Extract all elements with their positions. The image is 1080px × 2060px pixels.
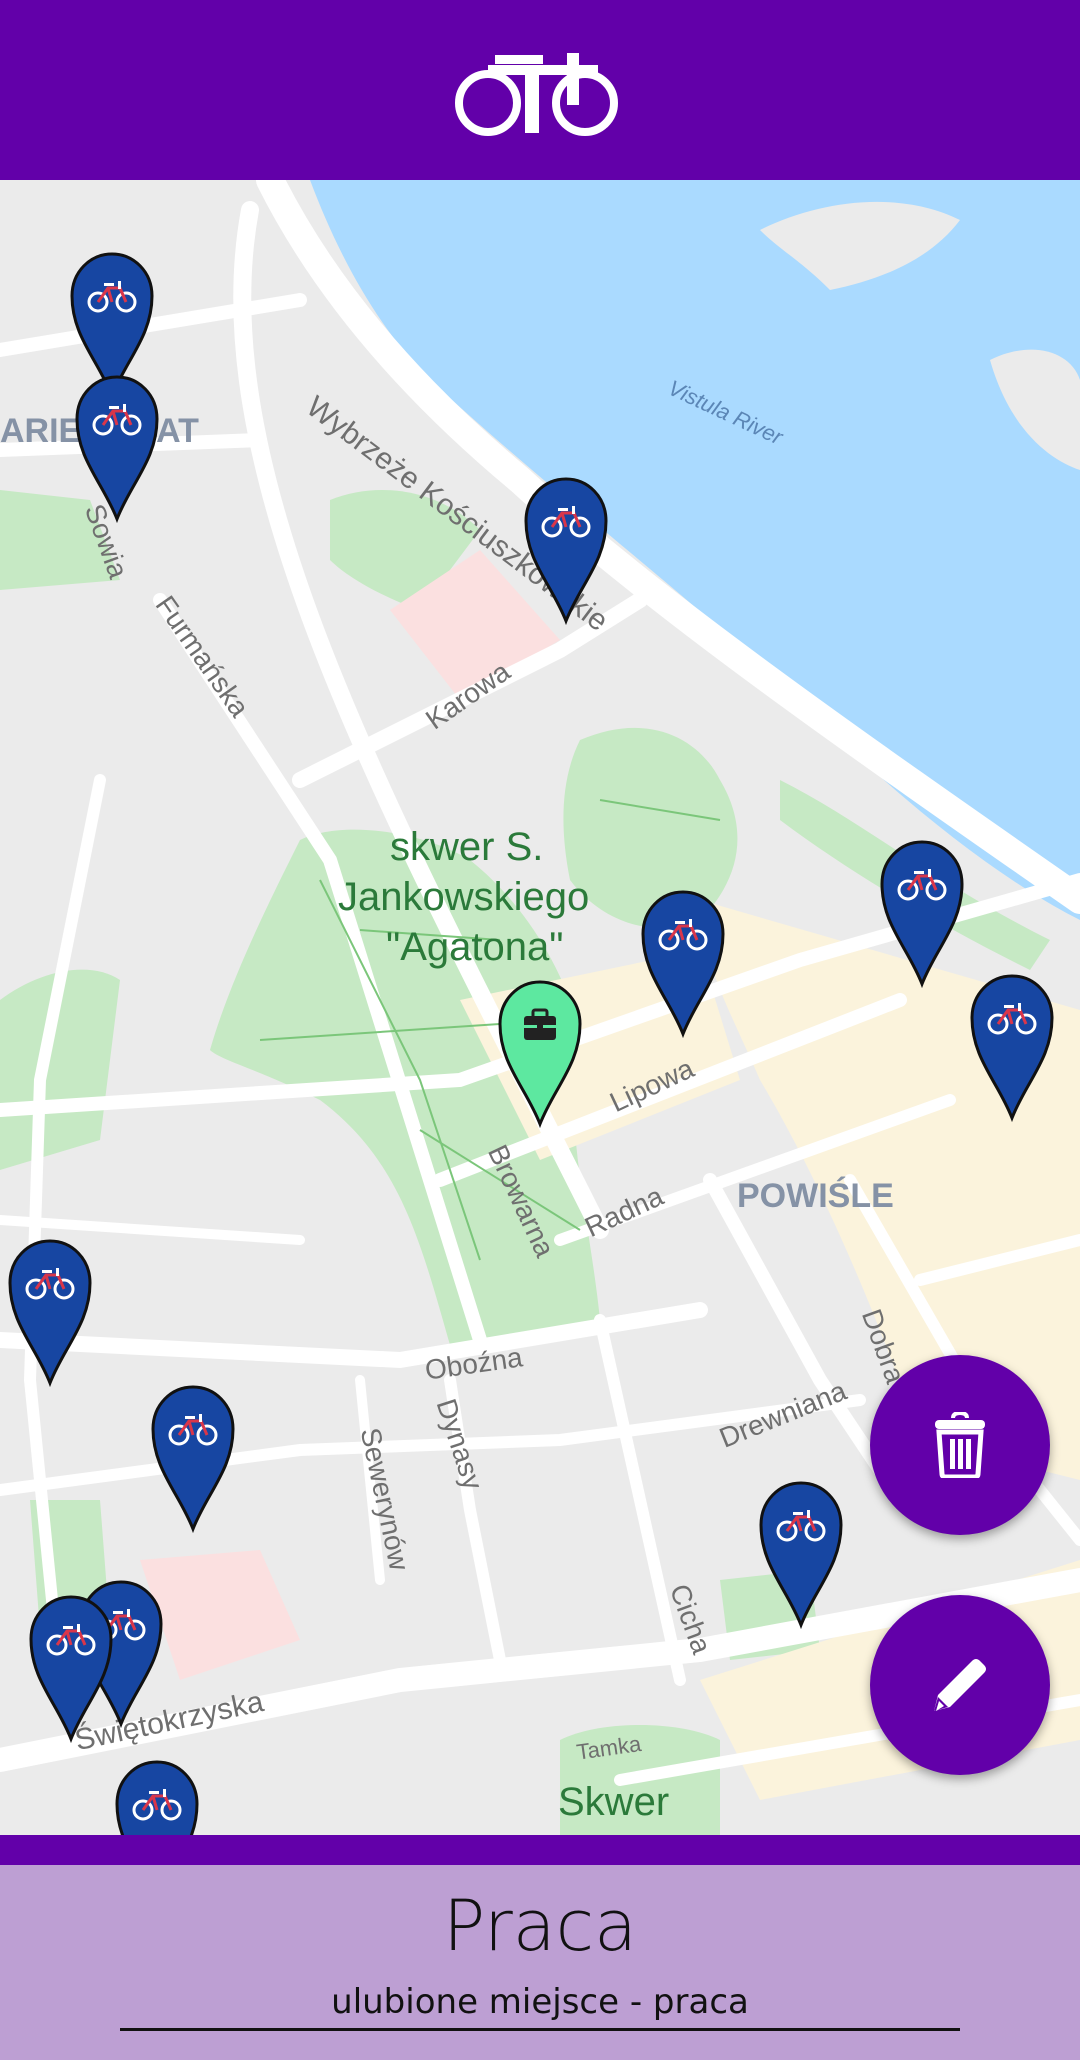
footer-divider bbox=[0, 1835, 1080, 1865]
park-label-skwer: Skwer bbox=[558, 1780, 670, 1824]
delete-button[interactable] bbox=[870, 1355, 1050, 1535]
district-label-powisle: POWIŚLE bbox=[737, 1177, 894, 1215]
bike-station-marker[interactable] bbox=[639, 888, 727, 1039]
location-subtitle: ulubione miejsce - praca bbox=[331, 1982, 749, 2022]
bike-station-marker[interactable] bbox=[27, 1593, 115, 1744]
work-location-marker[interactable] bbox=[496, 978, 584, 1129]
bike-station-marker[interactable] bbox=[522, 475, 610, 626]
park-label-line1: skwer S. bbox=[390, 825, 544, 869]
bike-station-marker[interactable] bbox=[6, 1237, 94, 1388]
subtitle-underline bbox=[120, 2028, 960, 2031]
bike-station-marker[interactable] bbox=[968, 972, 1056, 1123]
bike-station-marker[interactable] bbox=[73, 373, 161, 524]
edit-button[interactable] bbox=[870, 1595, 1050, 1775]
bicycle-icon bbox=[455, 53, 618, 136]
park-label-line2: Jankowskiego bbox=[338, 875, 590, 919]
map-view[interactable]: Wybrzeże Kościuszkowskie Vistula River A… bbox=[0, 180, 1080, 1835]
bike-station-marker[interactable] bbox=[757, 1479, 845, 1630]
bike-station-marker[interactable] bbox=[149, 1383, 237, 1534]
location-title: Praca bbox=[442, 1885, 638, 1967]
trash-icon bbox=[935, 1412, 985, 1478]
pencil-icon bbox=[934, 1659, 986, 1711]
location-info-panel: Praca ulubione miejsce - praca bbox=[0, 1865, 1080, 2060]
park-label-line3: "Agatona" bbox=[386, 925, 564, 969]
bike-station-marker[interactable] bbox=[113, 1758, 201, 1835]
bike-station-marker[interactable] bbox=[878, 838, 966, 989]
app-header bbox=[0, 0, 1080, 180]
